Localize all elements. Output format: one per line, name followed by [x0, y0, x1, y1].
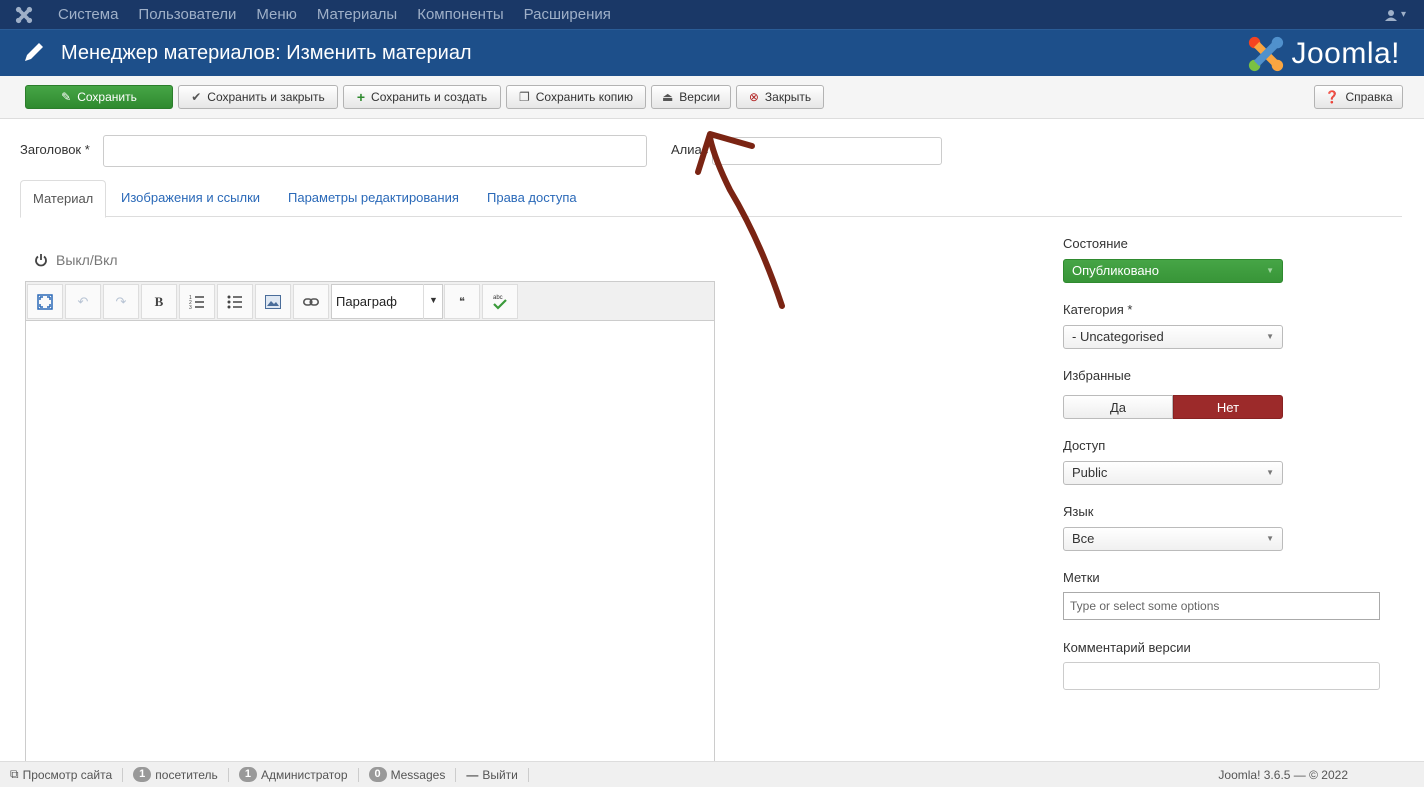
joomla-wordmark: Joomla! [1291, 37, 1400, 70]
blockquote-icon[interactable]: ❝ [444, 284, 480, 319]
toggle-label: Выкл/Вкл [56, 252, 118, 268]
editor-toggle[interactable]: Выкл/Вкл [34, 252, 118, 268]
close-button[interactable]: ⊗ Закрыть [736, 85, 824, 109]
edit-icon: ✎ [61, 90, 72, 104]
menu-item-system[interactable]: Система [48, 0, 128, 29]
ordered-list-icon[interactable]: 123 [179, 284, 215, 319]
category-select[interactable]: - Uncategorised ▼ [1063, 325, 1283, 349]
top-navbar: Система Пользователи Меню Материалы Комп… [0, 0, 1424, 29]
admins-badge: 1 [238, 767, 257, 782]
featured-toggle: Да Нет [1063, 395, 1283, 419]
image-icon[interactable] [255, 284, 291, 319]
version-note-label: Комментарий версии [1063, 640, 1191, 655]
featured-label: Избранные [1063, 368, 1131, 383]
check-icon: ✔ [191, 90, 202, 104]
joomla-icon[interactable] [0, 0, 48, 29]
featured-yes-button[interactable]: Да [1063, 395, 1173, 419]
versions-button[interactable]: ⏏ Версии [651, 85, 731, 109]
save-button[interactable]: ✎ Сохранить [25, 85, 173, 109]
chevron-down-icon: ▼ [1266, 332, 1274, 341]
close-icon: ⊗ [748, 90, 759, 104]
svg-text:3: 3 [189, 305, 192, 309]
tags-input[interactable]: Type or select some options [1063, 592, 1380, 620]
question-icon: ❓ [1324, 90, 1340, 104]
editor-content-area[interactable] [26, 322, 714, 761]
edit-tabs: Материал Изображения и ссылки Параметры … [20, 180, 1402, 218]
version-note-input[interactable] [1063, 662, 1380, 690]
joomla-brand-logo: Joomla! [1247, 35, 1400, 73]
category-value: - Uncategorised [1072, 329, 1164, 344]
status-value: Опубликовано [1072, 263, 1159, 278]
chevron-down-icon: ▾ [1400, 9, 1406, 20]
menu-item-menus[interactable]: Меню [246, 0, 307, 29]
save-close-button[interactable]: ✔ Сохранить и закрыть [178, 85, 338, 109]
joomla-logo-icon [1249, 36, 1284, 72]
alias-input[interactable] [712, 137, 942, 165]
access-value: Public [1072, 465, 1108, 480]
visitors-indicator[interactable]: 1 посетитель [123, 767, 229, 782]
redo-icon[interactable]: ↷ [103, 284, 139, 319]
pencil-icon [25, 43, 43, 61]
language-select[interactable]: Все ▼ [1063, 527, 1283, 551]
menu-item-components[interactable]: Компоненты [407, 0, 513, 29]
language-value: Все [1072, 531, 1095, 546]
plus-icon: + [356, 89, 366, 105]
tab-content[interactable]: Материал [20, 180, 107, 218]
tab-editing-options[interactable]: Параметры редактирования [288, 180, 459, 217]
featured-no-button[interactable]: Нет [1173, 395, 1283, 419]
undo-icon[interactable]: ↶ [65, 284, 101, 319]
fullscreen-icon[interactable] [27, 284, 63, 319]
help-button[interactable]: ❓ Справка [1314, 85, 1403, 109]
save-copy-button[interactable]: ❐ Сохранить копию [506, 85, 646, 109]
rich-text-editor: ↶ ↷ B 123 Параграф ▼ ❝ abc [25, 281, 715, 761]
menu-item-content[interactable]: Материалы [307, 0, 407, 29]
minus-icon: — [466, 767, 479, 782]
title-label: Заголовок * [20, 142, 90, 157]
copy-icon: ❐ [519, 90, 530, 104]
tab-permissions[interactable]: Права доступа [487, 180, 577, 217]
page-title: Менеджер материалов: Изменить материал [61, 42, 472, 64]
menu-item-extensions[interactable]: Расширения [514, 0, 621, 29]
editor-toolbar: ↶ ↷ B 123 Параграф ▼ ❝ abc [26, 282, 714, 321]
chevron-down-icon: ▼ [1266, 534, 1274, 543]
visitors-badge: 1 [133, 767, 152, 782]
status-select[interactable]: Опубликовано ▼ [1063, 259, 1283, 283]
tags-label: Метки [1063, 570, 1100, 585]
bullet-list-icon[interactable] [217, 284, 253, 319]
link-icon[interactable] [293, 284, 329, 319]
format-dropdown-arrow-icon[interactable]: ▼ [423, 284, 443, 319]
access-label: Доступ [1063, 438, 1106, 453]
language-label: Язык [1063, 504, 1094, 519]
alias-label: Алиас [671, 142, 709, 157]
status-label: Состояние [1063, 236, 1128, 251]
power-icon [35, 254, 47, 267]
user-menu[interactable]: ▾ [1384, 0, 1406, 29]
messages-indicator[interactable]: 0 Messages [359, 767, 457, 782]
spellcheck-icon[interactable]: abc [482, 284, 518, 319]
messages-badge: 0 [368, 767, 387, 782]
version-info: Joomla! 3.6.5 — © 2022 [1218, 768, 1348, 782]
archive-icon: ⏏ [661, 90, 674, 104]
chevron-down-icon: ▼ [1266, 468, 1274, 477]
logout-link[interactable]: — Выйти [456, 767, 529, 782]
access-select[interactable]: Public ▼ [1063, 461, 1283, 485]
page-header: Менеджер материалов: Изменить материал J… [0, 29, 1424, 76]
tab-images-links[interactable]: Изображения и ссылки [121, 180, 260, 217]
user-icon [1384, 9, 1397, 21]
top-menu: Система Пользователи Меню Материалы Комп… [48, 0, 621, 29]
bold-icon[interactable]: B [141, 284, 177, 319]
save-new-button[interactable]: + Сохранить и создать [343, 85, 501, 109]
svg-text:abc: abc [493, 295, 503, 301]
toolbar: ✎ Сохранить ✔ Сохранить и закрыть + Сохрани… [0, 76, 1424, 119]
external-link-icon: ⧉ [10, 767, 19, 781]
title-input[interactable] [103, 135, 647, 167]
view-site-link[interactable]: ⧉ Просмотр сайта [0, 767, 124, 782]
category-label: Категория * [1063, 302, 1133, 317]
status-bar: ⧉ Просмотр сайта 1 посетитель 1 Администрат… [0, 761, 1424, 787]
menu-item-users[interactable]: Пользователи [128, 0, 246, 29]
admins-indicator[interactable]: 1 Администратор [229, 767, 359, 782]
chevron-down-icon: ▼ [1266, 266, 1274, 275]
